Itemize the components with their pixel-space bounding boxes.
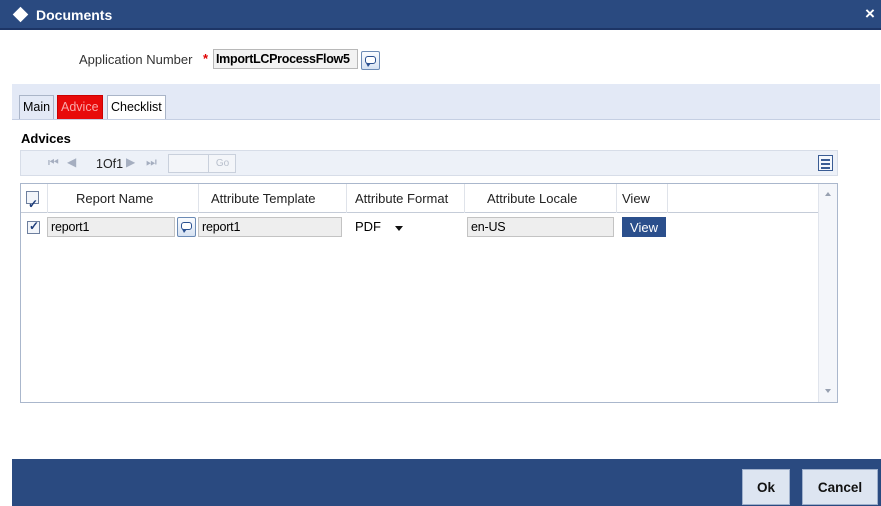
dialog-footer: Ok Cancel <box>12 459 881 506</box>
tab-bar: Main Advice Checklist <box>12 84 880 120</box>
column-header-report-name[interactable]: Report Name <box>48 184 199 213</box>
next-page-icon[interactable]: ▶ <box>126 155 135 169</box>
tab-checklist[interactable]: Checklist <box>107 95 166 119</box>
chevron-down-icon[interactable] <box>395 226 403 231</box>
column-header-view[interactable]: View <box>617 184 668 213</box>
grid-settings-icon[interactable] <box>818 155 833 171</box>
attribute-format-select[interactable]: PDF <box>355 219 381 234</box>
application-number-lov-button[interactable] <box>361 51 380 70</box>
pagination-bar: ⏮ ◀ 1Of1 ▶ ⏭ Go <box>20 150 838 176</box>
column-header-attribute-locale[interactable]: Attribute Locale <box>465 184 617 213</box>
last-page-icon[interactable]: ⏭ <box>146 155 157 170</box>
ok-button[interactable]: Ok <box>742 469 790 505</box>
table-header: Report Name Attribute Template Attribute… <box>21 184 818 219</box>
advices-table: Report Name Attribute Template Attribute… <box>20 183 838 403</box>
report-name-lov-button[interactable] <box>177 217 196 237</box>
vertical-scrollbar[interactable] <box>818 184 837 402</box>
required-mark: * <box>203 51 209 66</box>
application-number-label: Application Number <box>79 52 193 67</box>
column-header-attribute-template[interactable]: Attribute Template <box>199 184 347 213</box>
previous-page-icon[interactable]: ◀ <box>67 155 76 169</box>
window-title-bar: Documents × <box>0 0 881 30</box>
close-icon[interactable]: × <box>865 3 881 25</box>
diamond-icon <box>12 6 29 23</box>
table-row: report1 report1 PDF en-US View <box>21 214 818 239</box>
attribute-locale-input[interactable]: en-US <box>467 217 614 237</box>
scroll-down-icon[interactable] <box>825 389 831 393</box>
tab-advice[interactable]: Advice <box>57 95 103 119</box>
row-select-checkbox[interactable] <box>27 219 40 234</box>
select-all-checkbox[interactable] <box>26 189 39 219</box>
window-title: Documents <box>36 7 113 23</box>
attribute-template-input[interactable]: report1 <box>198 217 342 237</box>
go-button[interactable]: Go <box>208 154 236 173</box>
first-page-icon[interactable]: ⏮ <box>48 155 59 170</box>
advices-section-title: Advices <box>21 131 71 146</box>
cancel-button[interactable]: Cancel <box>802 469 878 505</box>
report-name-input[interactable]: report1 <box>47 217 175 237</box>
view-button[interactable]: View <box>622 217 666 237</box>
column-header-attribute-format[interactable]: Attribute Format <box>347 184 465 213</box>
scroll-up-icon[interactable] <box>825 192 831 196</box>
application-number-input[interactable]: ImportLCProcessFlow5 <box>213 49 358 69</box>
tab-main[interactable]: Main <box>19 95 55 119</box>
page-indicator: 1Of1 <box>96 157 124 171</box>
